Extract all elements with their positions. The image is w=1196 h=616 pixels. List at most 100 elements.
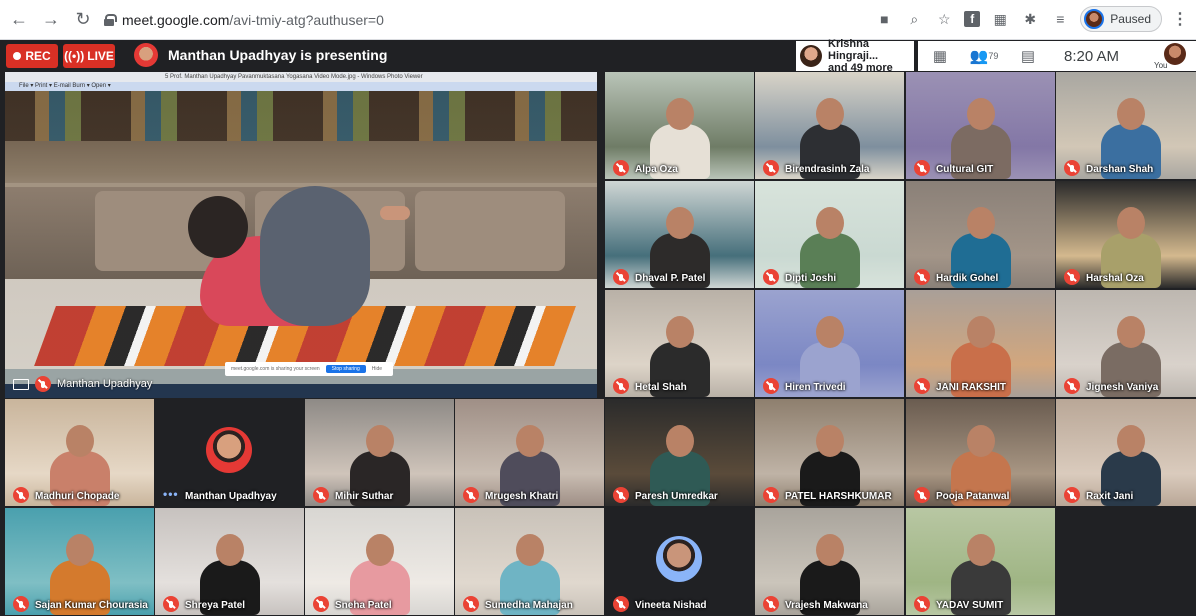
participant-tile[interactable]: Alpa Oza [605,72,754,179]
back-icon[interactable]: ← [6,7,32,33]
participants-chip[interactable]: Krishna Hingraji... and 49 more [796,38,914,74]
mic-off-icon [1064,160,1080,176]
mic-off-icon [763,269,779,285]
participant-tile[interactable]: Jignesh Vaniya [1056,290,1196,397]
participant-tile[interactable]: Mihir Suthar [305,399,454,506]
screen-share-bar: meet.google.com is sharing your screen S… [225,362,393,376]
participant-name: Harshal Oza [1086,273,1144,284]
participant-tile[interactable]: Sneha Patel [305,508,454,615]
participant-tile[interactable]: Pooja Patanwal [906,399,1055,506]
participant-head [1117,425,1145,457]
people-icon[interactable]: 👥 79 [962,47,1006,65]
star-icon[interactable]: ☆ [934,9,954,29]
mic-off-icon [1064,269,1080,285]
url-path: /avi-tmiy-atg?authuser=0 [229,12,384,28]
chat-icon[interactable]: ▤ [1006,47,1050,65]
participant-name: Madhuri Chopade [35,491,120,502]
participant-head [816,207,844,239]
participant-tile[interactable]: Darshan Shah [1056,72,1196,179]
photo-viewer-menu: File ▾ Print ▾ E-mail Burn ▾ Open ▾ [5,82,597,91]
participant-name: Hiren Trivedi [785,382,846,393]
participant-tile[interactable]: Vrajesh Makwana [755,508,904,615]
mic-off-icon [613,487,629,503]
forward-icon[interactable]: → [38,7,64,33]
record-dot-icon [13,52,22,60]
participant-name: YADAV SUMIT [936,600,1004,611]
profile-button[interactable]: Paused [1080,6,1162,32]
participant-head [666,98,694,130]
participant-tile[interactable]: ••• Manthan Upadhyay [155,399,304,506]
participant-name: Mrugesh Khatri [485,491,559,502]
participant-name: PATEL HARSHKUMAR [785,491,892,502]
participant-tile[interactable]: Hardik Gohel [906,181,1055,288]
rec-button[interactable]: REC [6,44,58,68]
participant-tile[interactable]: Harshal Oza [1056,181,1196,288]
participant-name: Sneha Patel [335,600,392,611]
address-bar[interactable]: meet.google.com/avi-tmiy-atg?authuser=0 [104,7,384,33]
camera-icon[interactable]: ■ [874,9,894,29]
participant-avatar [206,427,252,473]
speaking-indicator-icon: ••• [163,487,179,501]
mic-off-icon [613,160,629,176]
participant-tile[interactable]: YADAV SUMIT [906,508,1055,615]
broadcast-icon: ((•)) [64,49,85,63]
participant-tile[interactable]: PATEL HARSHKUMAR [755,399,904,506]
participant-tile[interactable]: Vineeta Nishad [605,508,754,615]
mic-off-icon [914,378,930,394]
participant-name: Alpa Oza [635,164,678,175]
mic-off-icon [763,596,779,612]
participants-chip-line1: Krishna Hingraji... [828,38,879,62]
zoom-icon[interactable]: ⌕ [904,9,924,29]
reading-list-icon[interactable]: ≡ [1050,9,1070,29]
extensions-icon[interactable]: ✱ [1020,9,1040,29]
mic-off-icon [163,596,179,612]
mic-off-icon [13,487,29,503]
participant-tile[interactable]: Shreya Patel [155,508,304,615]
participant-name: Vrajesh Makwana [785,600,868,611]
participant-tile[interactable]: Dipti Joshi [755,181,904,288]
participant-head [666,316,694,348]
stop-sharing-button[interactable]: Stop sharing [325,365,366,373]
participant-avatar [656,536,702,582]
participant-name: Dhaval P. Patel [635,273,706,284]
participant-head [516,534,544,566]
participant-head [816,534,844,566]
facebook-extension-icon[interactable]: f [964,11,981,27]
participant-tile[interactable]: Sajan Kumar Chourasia [5,508,154,615]
participant-count: 79 [988,51,999,61]
mic-off-icon [313,596,329,612]
participant-tile[interactable]: Hiren Trivedi [755,290,904,397]
participant-head [816,425,844,457]
presentation-caption: Manthan Upadhyay [13,376,152,392]
photo-viewer-title: 5 Prof. Manthan Upadhyay Pavanmuktasana … [5,72,597,82]
self-label: You [1154,61,1168,70]
participant-head [366,534,394,566]
hide-button[interactable]: Hide [372,366,382,372]
participant-tile[interactable]: Sumedha Mahajan [455,508,604,615]
layout-grid-icon[interactable]: ▦ [918,47,962,65]
browser-toolbar: ← → ↻ meet.google.com/avi-tmiy-atg?authu… [0,0,1196,40]
rec-label: REC [25,49,51,63]
self-view[interactable]: You [1152,43,1192,70]
participant-tile[interactable]: Hetal Shah [605,290,754,397]
participant-tile[interactable]: Cultural GIT [906,72,1055,179]
participant-tile[interactable]: Madhuri Chopade [5,399,154,506]
participant-head [666,207,694,239]
participant-tile[interactable]: Raxit Jani [1056,399,1196,506]
participant-tile[interactable]: Paresh Umredkar [605,399,754,506]
mic-off-icon [1064,378,1080,394]
participant-name: Manthan Upadhyay [185,491,277,502]
mic-off-icon [914,160,930,176]
participant-tile[interactable]: Dhaval P. Patel [605,181,754,288]
presentation-tile[interactable]: 5 Prof. Manthan Upadhyay Pavanmuktasana … [5,72,597,398]
grid-extension-icon[interactable]: ▦ [990,9,1010,29]
reload-icon[interactable]: ↻ [70,7,96,33]
live-button[interactable]: ((•)) LIVE [63,44,115,68]
participant-tile[interactable]: Birendrasinh Zala [755,72,904,179]
participant-head [516,425,544,457]
menu-icon[interactable]: ⋮ [1172,9,1188,29]
yoga-person [180,166,420,336]
mic-off-icon [463,487,479,503]
participant-tile[interactable]: JANI RAKSHIT [906,290,1055,397]
participant-tile[interactable]: Mrugesh Khatri [455,399,604,506]
